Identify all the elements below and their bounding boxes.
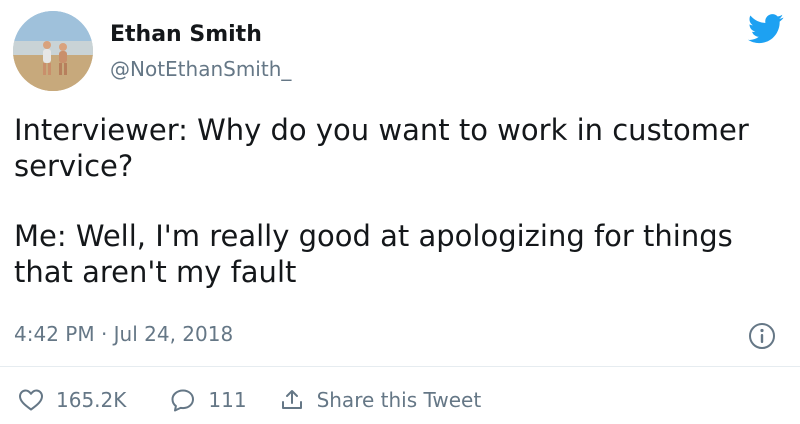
divider	[0, 366, 800, 367]
heart-icon	[19, 389, 43, 411]
tweet-timestamp[interactable]: 4:42 PM · Jul 24, 2018	[14, 322, 233, 346]
author-name[interactable]: Ethan Smith	[110, 22, 262, 47]
tweet-card: Ethan Smith @NotEthanSmith_ Interviewer:…	[0, 0, 800, 424]
info-icon[interactable]	[748, 322, 776, 350]
avatar[interactable]	[13, 11, 93, 91]
like-count: 165.2K	[56, 388, 127, 412]
tweet-text: Interviewer: Why do you want to work in …	[14, 112, 784, 290]
tweet-paragraph: Me: Well, I'm really good at apologizing…	[14, 219, 733, 289]
like-button[interactable]: 165.2K	[18, 388, 126, 412]
twitter-bird-icon[interactable]	[748, 14, 784, 44]
share-label: Share this Tweet	[316, 388, 482, 412]
reply-button[interactable]: 111	[170, 388, 247, 412]
profile-photo	[13, 11, 93, 91]
share-button[interactable]: Share this Tweet	[279, 388, 482, 412]
reply-count: 111	[208, 388, 247, 412]
comment-icon	[171, 389, 195, 412]
tweet-actions: 165.2K 111 Share this Tweet	[18, 388, 481, 412]
author-handle[interactable]: @NotEthanSmith_	[110, 57, 291, 81]
share-icon	[281, 390, 302, 409]
tweet-paragraph: Interviewer: Why do you want to work in …	[14, 113, 749, 183]
